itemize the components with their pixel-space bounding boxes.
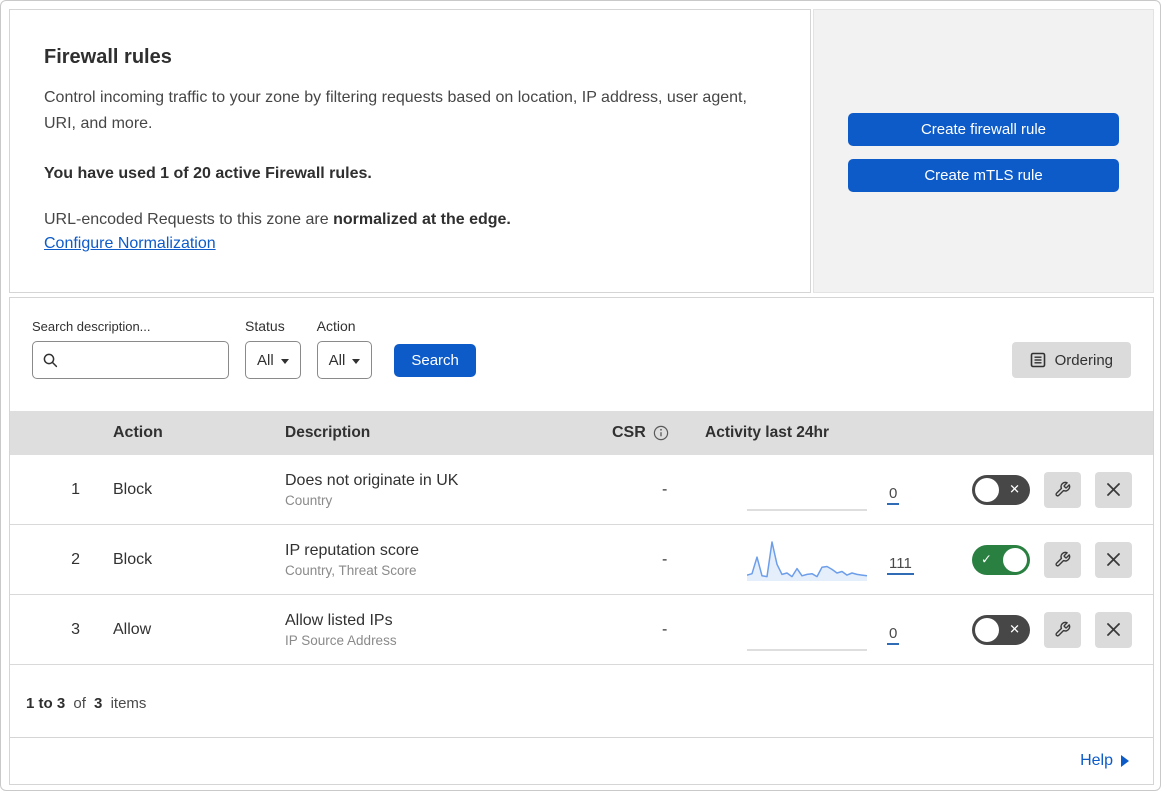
delete-rule-button[interactable] xyxy=(1095,541,1132,578)
toggle-knob xyxy=(975,617,999,642)
rule-description-cell: Allow listed IPs IP Source Address xyxy=(272,612,602,648)
rule-controls: ✓ ✕ xyxy=(967,611,1153,648)
rule-controls: ✓ ✕ xyxy=(967,471,1153,508)
delete-rule-button[interactable] xyxy=(1095,471,1132,508)
status-filter-label: Status xyxy=(245,318,285,334)
activity-cell: 0 xyxy=(697,469,967,511)
wrench-icon xyxy=(1055,621,1071,637)
toggle-knob xyxy=(975,477,999,502)
rule-match-fields: Country, Threat Score xyxy=(285,562,417,578)
activity-count-link[interactable]: 0 xyxy=(887,625,900,645)
activity-sparkline xyxy=(747,508,867,511)
wrench-icon xyxy=(1055,481,1071,497)
column-header-csr: CSR xyxy=(602,424,697,442)
search-description-input[interactable] xyxy=(32,341,229,379)
rule-description-cell: Does not originate in UK Country xyxy=(272,472,602,508)
column-header-description: Description xyxy=(285,424,371,441)
intro-card: Firewall rules Control incoming traffic … xyxy=(9,9,811,293)
column-header-action: Action xyxy=(113,424,163,441)
csr-value: - xyxy=(662,480,668,498)
actions-panel: Create firewall rule Create mTLS rule xyxy=(813,9,1154,293)
x-icon xyxy=(1107,553,1120,566)
page-description: Control incoming traffic to your zone by… xyxy=(44,89,747,132)
rule-controls: ✓ ✕ xyxy=(967,541,1153,578)
x-icon xyxy=(1107,483,1120,496)
rule-enabled-toggle[interactable]: ✓ ✕ xyxy=(972,614,1030,645)
rule-match-fields: Country xyxy=(285,492,333,508)
column-header-activity: Activity last 24hr xyxy=(705,424,830,441)
edit-rule-button[interactable] xyxy=(1044,611,1081,648)
help-link[interactable]: Help xyxy=(1080,752,1129,770)
action-filter-group: Action All xyxy=(316,318,373,379)
chevron-down-icon xyxy=(280,358,289,364)
delete-rule-button[interactable] xyxy=(1095,611,1132,648)
x-icon: ✕ xyxy=(1009,481,1020,497)
rule-description: Allow listed IPs xyxy=(285,611,393,629)
edit-rule-button[interactable] xyxy=(1044,541,1081,578)
activity-count-link[interactable]: 0 xyxy=(887,485,900,505)
rule-description-cell: IP reputation score Country, Threat Scor… xyxy=(272,542,602,578)
rule-description: IP reputation score xyxy=(285,541,420,559)
rule-enabled-toggle[interactable]: ✓ ✕ xyxy=(972,544,1030,575)
rule-number: 2 xyxy=(71,550,80,568)
rules-usage-text: You have used 1 of 20 active Firewall ru… xyxy=(44,165,372,182)
ordering-button[interactable]: Ordering xyxy=(1011,342,1131,378)
search-group: Search description... xyxy=(32,319,229,379)
create-mtls-rule-button[interactable]: Create mTLS rule xyxy=(848,159,1119,192)
ordering-list-icon xyxy=(1030,352,1045,368)
rule-enabled-toggle[interactable]: ✓ ✕ xyxy=(972,474,1030,505)
rule-number: 3 xyxy=(71,620,80,638)
rule-number: 1 xyxy=(71,480,80,498)
action-filter-label: Action xyxy=(316,318,356,334)
rule-action: Allow xyxy=(113,620,152,638)
rule-action: Block xyxy=(113,550,153,568)
normalization-text: URL-encoded Requests to this zone are no… xyxy=(44,211,511,228)
csr-value: - xyxy=(662,620,668,638)
status-filter-select[interactable]: All xyxy=(245,341,301,379)
chevron-down-icon xyxy=(352,358,361,364)
action-filter-select[interactable]: All xyxy=(316,341,373,379)
activity-sparkline xyxy=(747,540,867,581)
page-title: Firewall rules xyxy=(44,46,172,68)
table-header: Action Description CSR Activity last 24h… xyxy=(10,411,1153,455)
rule-row: 1 Block Does not originate in UK Country… xyxy=(10,455,1153,525)
configure-normalization-link[interactable]: Configure Normalization xyxy=(44,235,216,253)
arrow-right-icon xyxy=(1121,755,1129,767)
rules-list-panel: Search description... Status All Action … xyxy=(9,297,1154,738)
search-label: Search description... xyxy=(32,319,151,334)
rule-description: Does not originate in UK xyxy=(285,471,459,489)
activity-sparkline xyxy=(747,648,867,651)
status-filter-group: Status All xyxy=(245,318,301,379)
rule-row: 3 Allow Allow listed IPs IP Source Addre… xyxy=(10,595,1153,665)
help-bar: Help xyxy=(9,738,1154,785)
csr-value: - xyxy=(662,550,668,568)
rule-match-fields: IP Source Address xyxy=(285,632,397,648)
x-icon xyxy=(1107,623,1120,636)
search-button[interactable]: Search xyxy=(394,344,476,377)
info-icon[interactable] xyxy=(653,425,669,441)
firewall-rules-page: Firewall rules Control incoming traffic … xyxy=(0,0,1161,791)
filter-bar: Search description... Status All Action … xyxy=(10,298,1153,379)
items-summary: 1 to 3 of 3 items xyxy=(26,695,147,712)
activity-count-link[interactable]: 111 xyxy=(887,555,914,575)
search-icon xyxy=(43,353,58,368)
check-icon: ✓ xyxy=(981,551,992,567)
toggle-knob xyxy=(1003,547,1027,572)
rule-row: 2 Block IP reputation score Country, Thr… xyxy=(10,525,1153,595)
edit-rule-button[interactable] xyxy=(1044,471,1081,508)
wrench-icon xyxy=(1055,551,1071,567)
x-icon: ✕ xyxy=(1009,621,1020,637)
rule-action: Block xyxy=(113,480,153,498)
activity-cell: 111 xyxy=(697,539,967,581)
activity-cell: 0 xyxy=(697,609,967,651)
create-firewall-rule-button[interactable]: Create firewall rule xyxy=(848,113,1119,146)
